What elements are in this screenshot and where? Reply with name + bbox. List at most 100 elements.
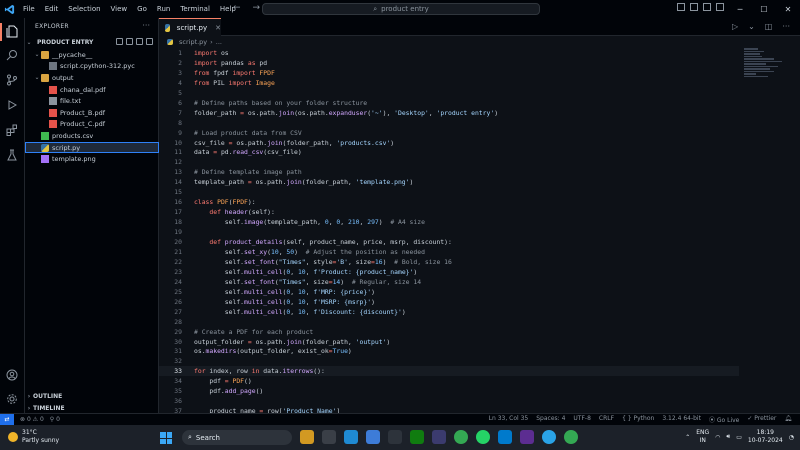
app-icon[interactable] xyxy=(520,430,534,444)
problems-indicator[interactable]: ⊗ 0 ⚠ 0 xyxy=(20,416,44,423)
xbox-icon[interactable] xyxy=(410,430,424,444)
collapse-all-icon[interactable] xyxy=(146,38,153,45)
account-icon[interactable] xyxy=(5,368,19,382)
tree-file[interactable]: Product_C.pdf xyxy=(25,119,159,131)
line-ending[interactable]: CRLF xyxy=(599,415,614,424)
code-line[interactable]: 9 # Load product data from CSV xyxy=(159,128,739,138)
encoding[interactable]: UTF-8 xyxy=(573,415,591,424)
tree-file[interactable]: template.png xyxy=(25,153,159,165)
task-view-icon[interactable] xyxy=(322,430,336,444)
tray-overflow-icon[interactable]: ⌃ xyxy=(685,434,690,441)
wifi-icon[interactable]: ◠ xyxy=(715,434,720,441)
code-line[interactable]: 19 xyxy=(159,227,739,237)
menu-item-go[interactable]: Go xyxy=(132,5,152,13)
whatsapp-icon[interactable] xyxy=(476,430,490,444)
tree-file[interactable]: script.py xyxy=(25,141,159,154)
extensions-icon[interactable] xyxy=(5,123,19,137)
code-line[interactable]: 29 # Create a PDF for each product xyxy=(159,327,739,337)
code-line[interactable]: 6 # Define paths based on your folder str… xyxy=(159,98,739,108)
code-line[interactable]: 2 import pandas as pd xyxy=(159,58,739,68)
code-line[interactable]: 23 self. multi_cell(0, 10, f'Product: {pr… xyxy=(159,267,739,277)
code-line[interactable]: 13 # Define template image path xyxy=(159,167,739,177)
code-line[interactable]: 31 os. makedirs (output_folder, exist_ok = Tr… xyxy=(159,347,739,357)
code-line[interactable]: 32 xyxy=(159,356,739,366)
windows-start-icon[interactable] xyxy=(160,432,172,444)
tree-folder[interactable]: ⌄ __pycache__ xyxy=(25,49,159,61)
code-line[interactable]: 15 xyxy=(159,187,739,197)
close-window-icon[interactable]: ✕ xyxy=(776,0,800,18)
code-line[interactable]: 30 output_folder = os.path. join (folder_pa… xyxy=(159,337,739,347)
chrome-profile-icon[interactable] xyxy=(564,430,578,444)
vscode-taskbar-icon[interactable] xyxy=(498,430,512,444)
clock[interactable]: 18:19 10-07-2024 xyxy=(748,429,783,445)
run-file-icon[interactable]: ▷ xyxy=(732,22,738,31)
code-line[interactable]: 3 from fpdf import FPDF xyxy=(159,68,739,78)
volume-icon[interactable]: 🔊︎ xyxy=(726,433,730,441)
toggle-panel-icon[interactable] xyxy=(690,3,698,11)
explorer-icon[interactable] xyxy=(5,24,19,38)
code-line[interactable]: 5 xyxy=(159,88,739,98)
language-indicator[interactable]: ENG IN xyxy=(696,429,709,445)
notifications-bell-icon[interactable]: 🔔︎ xyxy=(784,415,792,424)
indentation[interactable]: Spaces: 4 xyxy=(536,415,565,424)
command-center-search[interactable]: ⌕ product entry xyxy=(262,3,540,15)
go-live-button[interactable]: ⦿ Go Live xyxy=(709,415,739,424)
code-line[interactable]: 22 self. set_font("Times", style = 'B', siz… xyxy=(159,257,739,267)
battery-icon[interactable]: ▭ xyxy=(736,434,742,441)
tree-file[interactable]: Product_B.pdf xyxy=(25,107,159,119)
chrome-icon[interactable] xyxy=(454,430,468,444)
telegram-icon[interactable] xyxy=(542,430,556,444)
code-line[interactable]: 14 template_path = os.path. join (folder_pa… xyxy=(159,177,739,187)
python-interpreter[interactable]: 3.12.4 64-bit xyxy=(662,415,701,424)
new-folder-icon[interactable] xyxy=(126,38,133,45)
tree-folder[interactable]: ⌄ output xyxy=(25,72,159,84)
toggle-secondary-sidebar-icon[interactable] xyxy=(703,3,711,11)
code-line[interactable]: 24 self. set_font("Times", size = 14) # Reg… xyxy=(159,277,739,287)
tab-script-py[interactable]: script.py ✕ xyxy=(159,18,221,36)
close-tab-icon[interactable]: ✕ xyxy=(215,24,221,32)
code-line[interactable]: 36 xyxy=(159,396,739,406)
code-line[interactable]: 25 self. multi_cell(0, 10, f'MRP: {price}… xyxy=(159,287,739,297)
remote-indicator-icon[interactable]: ⇄ xyxy=(0,413,14,426)
ports-indicator[interactable]: ⚲ 0 xyxy=(50,416,60,423)
code-line[interactable]: 34 pdf = PDF() xyxy=(159,376,739,386)
settings-app-icon[interactable] xyxy=(366,430,380,444)
code-line[interactable]: 26 self. multi_cell(0, 10, f'MSRP: {msrp}… xyxy=(159,297,739,307)
code-line[interactable]: 10 csv_file = os.path. join (folder_path, '… xyxy=(159,138,739,148)
code-line[interactable]: 28 xyxy=(159,317,739,327)
tree-file[interactable]: products.csv xyxy=(25,130,159,142)
breadcrumb-file[interactable]: script.py xyxy=(179,38,207,46)
testing-flask-icon[interactable] xyxy=(5,148,19,162)
code-line[interactable]: 18 self. image (template_path, 0, 0, 210, … xyxy=(159,217,739,227)
code-line[interactable]: 27 self. multi_cell(0, 10, f'Discount: {d… xyxy=(159,307,739,317)
taskbar-search[interactable]: ⌕ Search xyxy=(182,430,292,445)
cursor-position[interactable]: Ln 33, Col 35 xyxy=(489,415,529,424)
search-sidebar-icon[interactable] xyxy=(5,48,19,62)
code-line[interactable]: 33 for index, row in data. iterrows (): xyxy=(159,366,739,377)
settings-gear-icon[interactable] xyxy=(5,392,19,406)
breadcrumb-more[interactable]: ... xyxy=(216,38,222,46)
maximize-icon[interactable]: ☐ xyxy=(752,0,776,18)
edge-browser-icon[interactable] xyxy=(344,430,358,444)
code-line[interactable]: 11 data = pd. read_csv (csv_file) xyxy=(159,148,739,158)
tree-file[interactable]: script.cpython-312.pyc xyxy=(25,61,159,73)
source-control-icon[interactable] xyxy=(5,73,19,87)
code-line[interactable]: 7 folder_path = os.path. join (os.path. expa… xyxy=(159,108,739,118)
outline-section[interactable]: › OUTLINE xyxy=(25,391,159,402)
toggle-sidebar-icon[interactable] xyxy=(677,3,685,11)
prettier-status[interactable]: ✓ Prettier xyxy=(747,415,776,424)
code-line[interactable]: 16 class PDF(FPDF): xyxy=(159,197,739,207)
code-line[interactable]: 1 import os xyxy=(159,48,739,58)
menu-item-terminal[interactable]: Terminal xyxy=(175,5,215,13)
code-line[interactable]: 17 def header (self): xyxy=(159,207,739,217)
menu-item-view[interactable]: View xyxy=(106,5,133,13)
file-explorer-icon[interactable] xyxy=(300,430,314,444)
code-line[interactable]: 21 self. set_xy(10, 50) # Adjust the posi… xyxy=(159,247,739,257)
code-editor[interactable]: 1 import os 2 import pandas as pd 3 from fpdf… xyxy=(159,48,739,415)
menu-item-run[interactable]: Run xyxy=(152,5,175,13)
notification-icon[interactable]: ◔ xyxy=(789,434,794,441)
code-line[interactable]: 35 pdf. add_page() xyxy=(159,386,739,396)
weather-widget[interactable]: 31°C Partly sunny xyxy=(8,429,59,445)
run-debug-icon[interactable] xyxy=(5,98,19,112)
minimize-icon[interactable]: ─ xyxy=(728,0,752,18)
